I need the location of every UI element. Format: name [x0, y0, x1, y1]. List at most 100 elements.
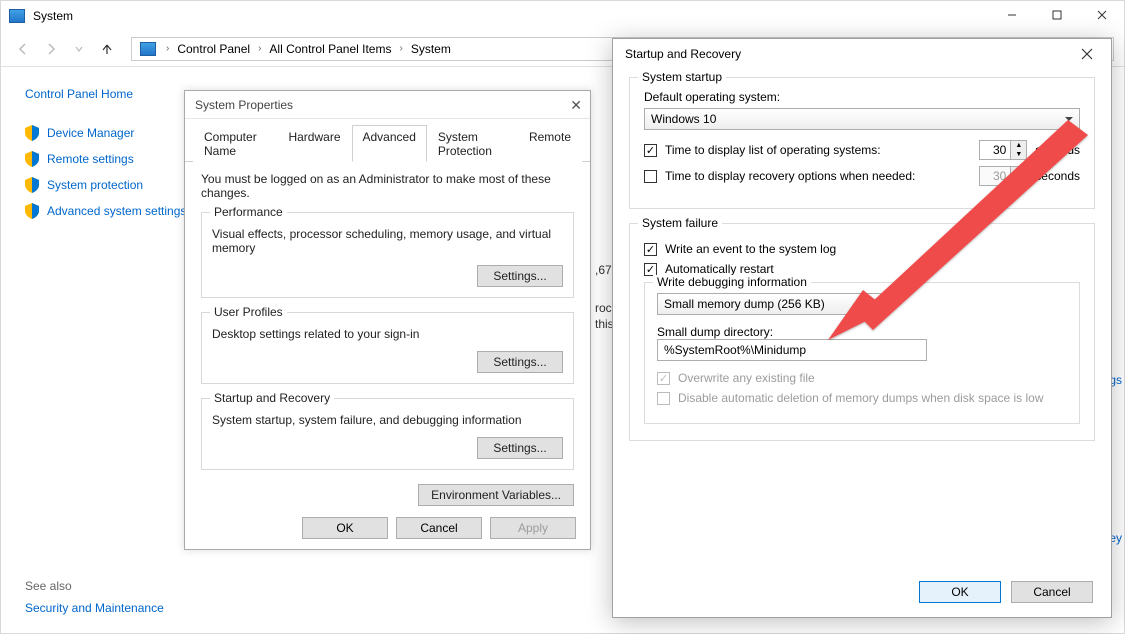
time-recovery-checkbox[interactable] — [644, 170, 657, 183]
group-legend: Performance — [210, 205, 287, 219]
unit-label: seconds — [1035, 169, 1080, 183]
time-list-label: Time to display list of operating system… — [665, 143, 971, 157]
titlebar: System — [1, 1, 1124, 31]
control-panel-home-link[interactable]: Control Panel Home — [25, 87, 189, 101]
breadcrumb-item[interactable]: Control Panel — [175, 42, 252, 56]
dump-dir-label: Small dump directory: — [657, 325, 1067, 339]
apply-button[interactable]: Apply — [490, 517, 576, 539]
write-debug-group: Write debugging information Small memory… — [644, 282, 1080, 424]
overwrite-checkbox: ✓ — [657, 372, 670, 385]
write-event-checkbox[interactable]: ✓ — [644, 243, 657, 256]
breadcrumb-item[interactable]: System — [409, 42, 453, 56]
performance-settings-button[interactable]: Settings... — [477, 265, 563, 287]
clipped-text: this — [595, 317, 614, 331]
nav-link-label: Remote settings — [47, 152, 134, 166]
shield-icon — [25, 151, 39, 167]
left-nav: Control Panel Home Device Manager Remote… — [1, 69, 201, 633]
dump-dir-value: %SystemRoot%\Minidump — [664, 343, 806, 357]
tab-advanced[interactable]: Advanced — [352, 125, 427, 162]
unit-label: seconds — [1035, 143, 1080, 157]
shield-icon — [25, 125, 39, 141]
time-list-spinner[interactable]: ▲▼ — [979, 140, 1027, 160]
see-also-heading: See also — [25, 579, 72, 593]
performance-group: Performance Visual effects, processor sc… — [201, 212, 574, 298]
group-desc: Visual effects, processor scheduling, me… — [212, 227, 563, 255]
user-profiles-settings-button[interactable]: Settings... — [477, 351, 563, 373]
group-legend: User Profiles — [210, 305, 287, 319]
auto-restart-checkbox[interactable]: ✓ — [644, 263, 657, 276]
group-legend: System startup — [638, 70, 726, 84]
auto-restart-label: Automatically restart — [665, 262, 774, 276]
time-list-checkbox[interactable]: ✓ — [644, 144, 657, 157]
close-icon[interactable] — [1069, 43, 1105, 65]
ok-button[interactable]: OK — [302, 517, 388, 539]
cancel-button[interactable]: Cancel — [1011, 581, 1093, 603]
admin-note: You must be logged on as an Administrato… — [201, 172, 574, 200]
shield-icon — [25, 203, 39, 219]
default-os-label: Default operating system: — [644, 90, 1080, 104]
ok-button[interactable]: OK — [919, 581, 1001, 603]
group-desc: Desktop settings related to your sign-in — [212, 327, 563, 341]
group-legend: Write debugging information — [653, 275, 811, 289]
system-properties-dialog: System Properties ✕ Computer Name Hardwa… — [184, 90, 591, 550]
breadcrumb-item[interactable]: All Control Panel Items — [267, 42, 393, 56]
close-icon[interactable]: ✕ — [570, 97, 582, 114]
startup-recovery-dialog: Startup and Recovery System startup Defa… — [612, 38, 1112, 618]
minimize-button[interactable] — [989, 1, 1034, 29]
see-also-link[interactable]: Security and Maintenance — [25, 601, 164, 615]
nav-link-remote-settings[interactable]: Remote settings — [25, 151, 189, 167]
time-recovery-spinner: ▲▼ — [979, 166, 1027, 186]
time-list-input[interactable] — [979, 140, 1011, 160]
nav-link-label: Device Manager — [47, 126, 134, 140]
breadcrumb-icon — [140, 42, 156, 56]
spinner-down-icon[interactable]: ▼ — [1011, 150, 1026, 159]
chevron-right-icon: › — [162, 43, 173, 54]
system-icon — [9, 9, 25, 23]
cancel-button[interactable]: Cancel — [396, 517, 482, 539]
window-title: System — [33, 9, 73, 23]
spinner-up-icon[interactable]: ▲ — [1011, 141, 1026, 150]
dialog-title: System Properties — [185, 91, 590, 119]
nav-link-system-protection[interactable]: System protection — [25, 177, 189, 193]
time-recovery-label: Time to display recovery options when ne… — [665, 169, 971, 183]
user-profiles-group: User Profiles Desktop settings related t… — [201, 312, 574, 384]
disable-deletion-checkbox — [657, 392, 670, 405]
close-button[interactable] — [1079, 1, 1124, 29]
time-recovery-input — [979, 166, 1011, 186]
default-os-select[interactable]: Windows 10 — [644, 108, 1080, 130]
tab-remote[interactable]: Remote — [518, 125, 582, 162]
write-event-label: Write an event to the system log — [665, 242, 836, 256]
shield-icon — [25, 177, 39, 193]
dump-dir-input[interactable]: %SystemRoot%\Minidump — [657, 339, 927, 361]
tabs: Computer Name Hardware Advanced System P… — [185, 119, 590, 162]
dump-type-select[interactable]: Small memory dump (256 KB) — [657, 293, 887, 315]
chevron-right-icon: › — [254, 43, 265, 54]
group-legend: Startup and Recovery — [210, 391, 334, 405]
environment-variables-button[interactable]: Environment Variables... — [418, 484, 574, 506]
dialog-title: Startup and Recovery — [613, 39, 1111, 69]
system-failure-group: System failure ✓ Write an event to the s… — [629, 223, 1095, 441]
recent-dropdown[interactable] — [67, 37, 91, 61]
tab-computer-name[interactable]: Computer Name — [193, 125, 277, 162]
chevron-right-icon: › — [395, 43, 406, 54]
forward-button[interactable] — [39, 37, 63, 61]
tab-hardware[interactable]: Hardware — [277, 125, 351, 162]
select-value: Windows 10 — [651, 112, 716, 126]
startup-recovery-settings-button[interactable]: Settings... — [477, 437, 563, 459]
spinner-down-icon: ▼ — [1011, 176, 1026, 185]
group-desc: System startup, system failure, and debu… — [212, 413, 563, 427]
spinner-up-icon: ▲ — [1011, 167, 1026, 176]
startup-recovery-group: Startup and Recovery System startup, sys… — [201, 398, 574, 470]
nav-link-device-manager[interactable]: Device Manager — [25, 125, 189, 141]
tab-system-protection[interactable]: System Protection — [427, 125, 518, 162]
back-button[interactable] — [11, 37, 35, 61]
nav-link-label: System protection — [47, 178, 143, 192]
up-button[interactable] — [95, 37, 119, 61]
nav-link-advanced-system-settings[interactable]: Advanced system settings — [25, 203, 189, 219]
overwrite-label: Overwrite any existing file — [678, 371, 815, 385]
select-value: Small memory dump (256 KB) — [664, 297, 825, 311]
nav-link-label: Advanced system settings — [47, 204, 186, 218]
group-legend: System failure — [638, 216, 722, 230]
maximize-button[interactable] — [1034, 1, 1079, 29]
system-startup-group: System startup Default operating system:… — [629, 77, 1095, 209]
